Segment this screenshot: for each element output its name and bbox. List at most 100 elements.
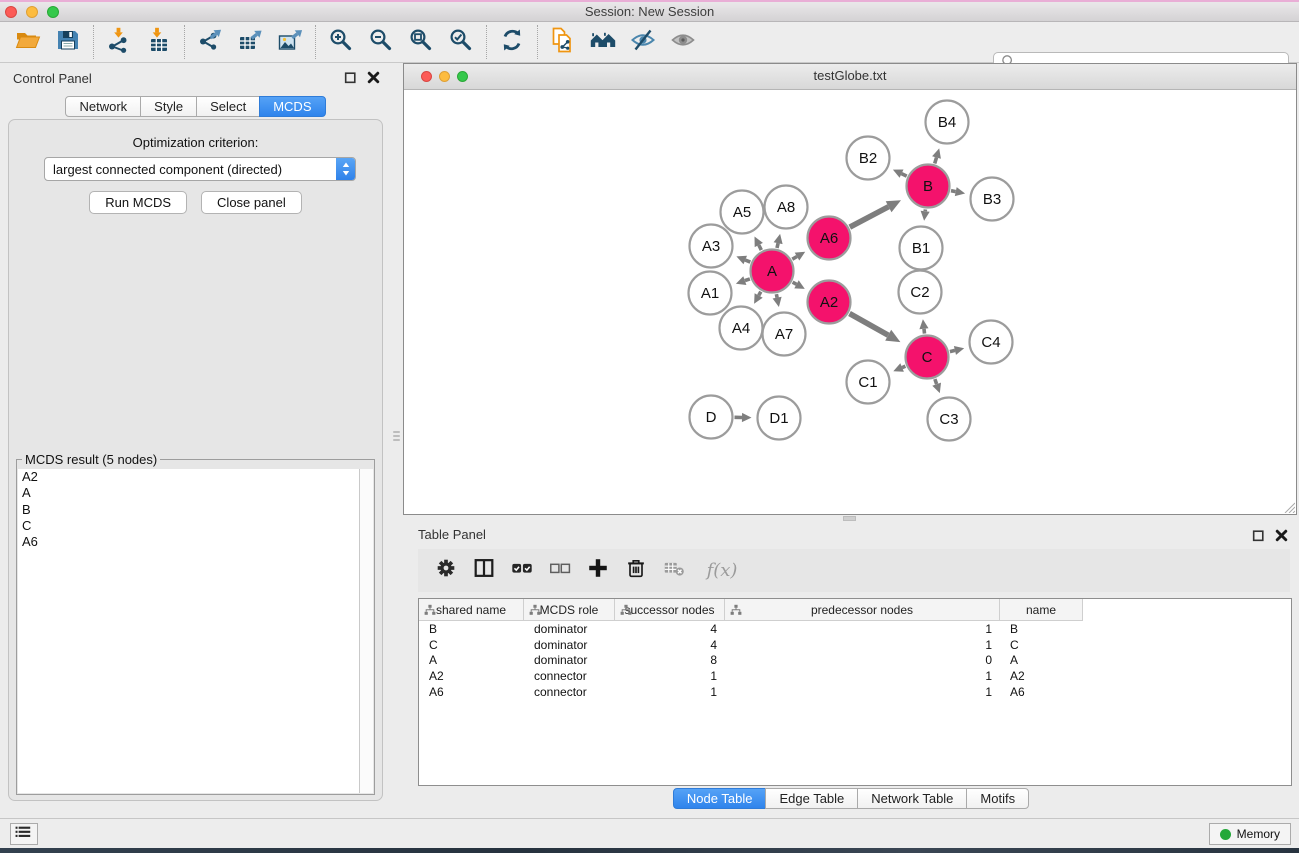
graph-node-A5[interactable]: A5 [721, 191, 764, 234]
column-header-predecessor-nodes[interactable]: predecessor nodes [725, 599, 1000, 621]
zoom-in-button[interactable] [321, 25, 361, 59]
graph-node-B3[interactable]: B3 [971, 178, 1014, 221]
graph-node-A8[interactable]: A8 [765, 186, 808, 229]
graph-node-A1[interactable]: A1 [689, 272, 732, 315]
clone-network-button[interactable] [543, 25, 583, 59]
table-cell[interactable]: 1 [615, 685, 725, 699]
graph-node-A6[interactable]: A6 [808, 217, 851, 260]
table-cell[interactable]: connector [524, 685, 615, 699]
table-cell[interactable]: 1 [615, 669, 725, 683]
graph-edge-C-C3[interactable] [935, 379, 937, 384]
sort-hierarchy-icon[interactable] [620, 604, 632, 616]
close-panel-button[interactable]: Close panel [201, 191, 302, 214]
graph-edge-C-C2[interactable] [924, 329, 925, 334]
graph-node-A3[interactable]: A3 [690, 225, 733, 268]
close-window-button[interactable] [5, 6, 17, 18]
graph-edge-A2-C[interactable] [850, 314, 889, 336]
table-cell[interactable]: A6 [419, 685, 524, 699]
graph-node-B1[interactable]: B1 [900, 227, 943, 270]
graph-node-C1[interactable]: C1 [847, 361, 890, 404]
mcds-result-item[interactable]: A [18, 485, 360, 501]
column-header-shared-name[interactable]: shared name [419, 599, 524, 621]
show-graphics-details-button[interactable] [663, 25, 703, 59]
tab-network-table[interactable]: Network Table [857, 788, 967, 809]
table-cell[interactable]: C [1000, 638, 1083, 652]
table-cell[interactable]: B [419, 622, 524, 636]
network-window-titlebar[interactable]: testGlobe.txt [404, 64, 1296, 90]
graph-edge-A-A3[interactable] [745, 260, 750, 262]
graph-node-A4[interactable]: A4 [720, 307, 763, 350]
tab-select[interactable]: Select [196, 96, 260, 117]
graph-edge-A-A6[interactable] [792, 257, 797, 260]
memory-button[interactable]: Memory [1209, 823, 1291, 845]
zoom-out-button[interactable] [361, 25, 401, 59]
graph-node-D1[interactable]: D1 [758, 397, 801, 440]
graph-node-B[interactable]: B [907, 165, 950, 208]
table-cell[interactable]: connector [524, 669, 615, 683]
table-cell[interactable]: A2 [419, 669, 524, 683]
mcds-result-item[interactable]: B [18, 502, 360, 518]
resize-grip-icon[interactable] [1281, 499, 1295, 513]
tab-edge-table[interactable]: Edge Table [765, 788, 858, 809]
column-header-MCDS-role[interactable]: MCDS role [524, 599, 615, 621]
sort-hierarchy-icon[interactable] [529, 604, 541, 616]
sort-hierarchy-icon[interactable] [424, 604, 436, 616]
float-panel-icon[interactable] [1251, 528, 1266, 543]
close-panel-icon[interactable] [366, 70, 381, 85]
unselect-all-columns-button[interactable] [546, 556, 574, 586]
graph-node-A2[interactable]: A2 [808, 281, 851, 324]
tab-style[interactable]: Style [140, 96, 197, 117]
table-row[interactable]: A2connector11A2 [419, 668, 1291, 684]
mcds-result-list[interactable]: A2ABCA6 [18, 469, 360, 793]
zoom-selected-button[interactable] [441, 25, 481, 59]
maximize-window-button[interactable] [47, 6, 59, 18]
network-maximize-button[interactable] [457, 71, 468, 82]
table-cell[interactable]: dominator [524, 638, 615, 652]
sort-hierarchy-icon[interactable] [730, 604, 742, 616]
task-history-button[interactable] [10, 823, 38, 845]
vertical-splitter[interactable] [391, 63, 403, 818]
graph-edge-B-B3[interactable] [951, 191, 956, 192]
graph-node-B4[interactable]: B4 [926, 101, 969, 144]
network-canvas[interactable]: AA1A2A3A4A5A6A7A8BB1B2B3B4CC1C2C3C4DD1 [404, 90, 1296, 514]
graph-edge-C-C4[interactable] [950, 350, 955, 351]
graph-edge-A-A1[interactable] [745, 279, 750, 281]
column-header-successor-nodes[interactable]: successor nodes [615, 599, 725, 621]
save-session-button[interactable] [48, 25, 88, 59]
graph-node-B2[interactable]: B2 [847, 137, 890, 180]
table-cell[interactable]: dominator [524, 622, 615, 636]
graph-edge-A6-B[interactable] [850, 207, 889, 227]
table-cell[interactable]: 1 [725, 669, 1000, 683]
graph-edge-A-A2[interactable] [793, 282, 797, 284]
float-panel-icon[interactable] [343, 70, 358, 85]
tab-motifs[interactable]: Motifs [966, 788, 1029, 809]
graph-node-C4[interactable]: C4 [970, 321, 1013, 364]
export-table-button[interactable] [230, 25, 270, 59]
graph-edge-A-A4[interactable] [759, 292, 761, 296]
table-cell[interactable]: 4 [615, 638, 725, 652]
table-cell[interactable]: B [1000, 622, 1083, 636]
graph-node-D[interactable]: D [690, 396, 733, 439]
export-image-button[interactable] [270, 25, 310, 59]
close-panel-icon[interactable] [1274, 528, 1289, 543]
minimize-window-button[interactable] [26, 6, 38, 18]
network-minimize-button[interactable] [439, 71, 450, 82]
apply-preferred-layout-button[interactable] [492, 25, 532, 59]
mcds-result-scrollbar[interactable] [359, 469, 373, 793]
mcds-result-item[interactable]: A2 [18, 469, 360, 485]
hide-graphics-details-button[interactable] [623, 25, 663, 59]
table-cell[interactable]: 1 [725, 638, 1000, 652]
table-cell[interactable]: A6 [1000, 685, 1083, 699]
graph-edge-B-B2[interactable] [902, 174, 907, 177]
import-table-button[interactable] [139, 25, 179, 59]
tab-node-table[interactable]: Node Table [673, 788, 767, 809]
graph-edge-B-B4[interactable] [935, 158, 937, 164]
delete-columns-button[interactable] [622, 556, 650, 586]
table-row[interactable]: Bdominator41B [419, 621, 1291, 637]
network-close-button[interactable] [421, 71, 432, 82]
table-cell[interactable]: 0 [725, 653, 1000, 667]
select-all-columns-button[interactable] [508, 556, 536, 586]
import-network-button[interactable] [99, 25, 139, 59]
show-network-overview-button[interactable] [583, 25, 623, 59]
open-session-button[interactable] [8, 25, 48, 59]
